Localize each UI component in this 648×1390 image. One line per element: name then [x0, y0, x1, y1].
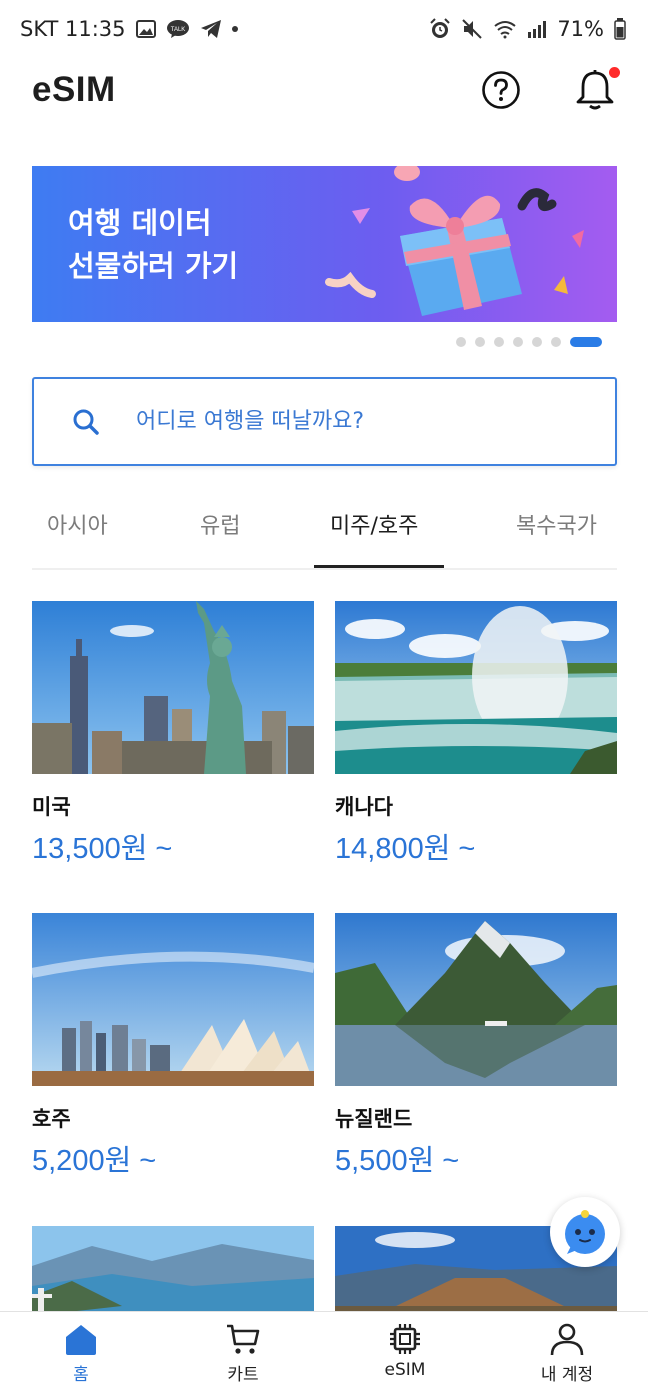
product-name: 미국	[32, 795, 71, 819]
talk-icon: TALK	[166, 19, 190, 39]
nav-home[interactable]: 홈	[0, 1312, 162, 1390]
pagination-dot-active[interactable]	[570, 337, 602, 347]
brazil-photo	[32, 1226, 314, 1311]
product-card-australia[interactable]: 호주 5,200원 ~	[32, 913, 314, 1177]
battery-level: 71%	[557, 17, 604, 41]
app-title: eSIM	[32, 70, 116, 109]
product-price: 5,500원 ~	[335, 1145, 460, 1177]
product-card-partial[interactable]	[32, 1226, 314, 1311]
product-card-new-zealand[interactable]: 뉴질랜드 5,500원 ~	[335, 913, 617, 1177]
promo-banner[interactable]: 여행 데이터 선물하러 가기	[32, 166, 617, 322]
tab-europe[interactable]: 유럽	[200, 508, 240, 540]
product-card-usa[interactable]: 미국 13,500원 ~	[32, 601, 314, 865]
region-tabs: 아시아 유럽 미주/호주 복수국가	[32, 490, 617, 570]
product-name: 뉴질랜드	[335, 1107, 413, 1131]
app-header: eSIM	[0, 58, 648, 122]
chip-icon	[390, 1324, 420, 1354]
usa-photo	[32, 601, 314, 774]
carrier-time: SKT 11:35	[20, 17, 126, 41]
pagination-dot[interactable]	[513, 337, 523, 347]
user-icon	[550, 1323, 584, 1356]
tab-asia[interactable]: 아시아	[47, 508, 108, 540]
notifications-button[interactable]	[574, 67, 620, 111]
svg-text:TALK: TALK	[170, 27, 185, 33]
banner-pagination	[456, 337, 602, 347]
pagination-dot[interactable]	[475, 337, 485, 347]
nav-label: 카트	[227, 1365, 259, 1385]
gift-box-illustration	[325, 166, 584, 316]
canada-photo	[335, 601, 617, 774]
status-bar: SKT 11:35 TALK 71%	[0, 0, 648, 58]
nav-label: 내 계정	[540, 1365, 594, 1385]
nav-cart[interactable]: 카트	[162, 1312, 324, 1390]
gallery-icon	[135, 20, 156, 38]
cart-icon	[227, 1324, 260, 1354]
home-icon	[66, 1325, 96, 1355]
notification-badge	[609, 67, 620, 78]
tab-multi-country[interactable]: 복수국가	[516, 508, 597, 540]
pagination-dot[interactable]	[532, 337, 542, 347]
product-card-canada[interactable]: 캐나다 14,800원 ~	[335, 601, 617, 865]
australia-photo	[32, 913, 314, 1086]
product-price: 5,200원 ~	[32, 1145, 157, 1177]
nav-label: eSIM	[384, 1360, 426, 1380]
wifi-icon	[493, 19, 517, 39]
pagination-dot[interactable]	[551, 337, 561, 347]
search-icon	[73, 409, 99, 435]
alarm-icon	[429, 18, 451, 40]
nav-account[interactable]: 내 계정	[486, 1312, 648, 1390]
battery-icon	[614, 18, 626, 40]
more-notifications-icon	[231, 26, 238, 32]
search-input[interactable]	[136, 409, 536, 434]
tab-americas-oceania[interactable]: 미주/호주	[330, 508, 418, 540]
nav-label: 홈	[73, 1365, 89, 1385]
bottom-navigation: 홈 카트 eSIM 내 계정	[0, 1311, 648, 1390]
signal-icon	[527, 20, 547, 38]
active-tab-indicator	[314, 565, 444, 568]
mute-icon	[461, 18, 483, 40]
pagination-dot[interactable]	[494, 337, 504, 347]
product-name: 호주	[32, 1107, 71, 1131]
chat-button[interactable]	[550, 1197, 620, 1267]
nav-esim[interactable]: eSIM	[324, 1312, 486, 1390]
product-price: 13,500원 ~	[32, 833, 173, 865]
question-circle-icon	[482, 71, 520, 109]
product-name: 캐나다	[335, 795, 393, 819]
new-zealand-photo	[335, 913, 617, 1086]
search-box[interactable]	[32, 377, 617, 466]
chatbot-icon	[565, 1210, 605, 1254]
product-price: 14,800원 ~	[335, 833, 476, 865]
help-button[interactable]	[480, 69, 522, 111]
telegram-icon	[200, 19, 222, 39]
pagination-dot[interactable]	[456, 337, 466, 347]
